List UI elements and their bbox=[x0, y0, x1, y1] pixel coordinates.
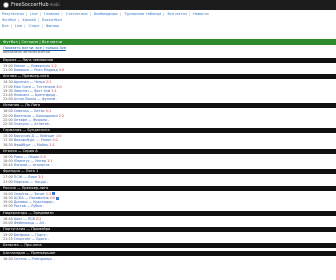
match-teams[interactable]: Ростов — Рубин bbox=[14, 204, 42, 208]
league-header[interactable]: Англия — Премьер-лига bbox=[0, 74, 336, 80]
match-score: - bbox=[49, 122, 52, 126]
match-row[interactable]: 18:30Фрайбург — Майнц1:1 bbox=[3, 143, 55, 147]
nav-link[interactable]: Live bbox=[30, 12, 37, 16]
nav-link[interactable]: Главная bbox=[44, 12, 60, 16]
match-teams[interactable]: Наполи — Аталанта bbox=[14, 163, 50, 167]
league-header[interactable]: Европа — Лига чемпионов bbox=[0, 58, 336, 63]
nav-row-1: Результаты | Live | Главная | Статистика | Бомба… bbox=[0, 12, 336, 17]
match-score: - bbox=[47, 237, 49, 242]
league-header[interactable]: Германия — Бундеслига bbox=[0, 128, 336, 134]
nav-separator: | bbox=[119, 12, 122, 16]
match-row[interactable]: 20:00Фейеноорд — АЗ- bbox=[3, 221, 46, 225]
nav-separator: | bbox=[37, 18, 40, 22]
nav-link[interactable]: Статистика bbox=[66, 12, 88, 16]
match-teams[interactable]: Фейеноорд — АЗ bbox=[14, 221, 44, 225]
league-header[interactable]: Нидерланды — Эредивизи bbox=[0, 210, 336, 216]
league-header[interactable]: Россия — Премьер-лига bbox=[0, 185, 336, 191]
nav-separator: | bbox=[89, 12, 91, 16]
match-teams[interactable]: Селтик — Рейнджерс bbox=[14, 257, 52, 261]
nav-link[interactable]: Турнирная таблица bbox=[124, 12, 161, 16]
league-header[interactable]: Испания — Ла Лига bbox=[0, 103, 336, 109]
app-suffix: mobi bbox=[49, 2, 60, 7]
match-score: - bbox=[56, 97, 58, 102]
top-bar: FreeSoccerHub mobi bbox=[0, 0, 336, 10]
match-teams[interactable]: Астон Вилла — Фулхэм bbox=[14, 97, 56, 101]
nav-separator: | bbox=[188, 12, 190, 16]
match-teams[interactable]: Спортинг — Брага bbox=[14, 237, 47, 241]
match-time: 22:00 bbox=[3, 97, 13, 102]
nav-link[interactable]: Старт bbox=[28, 24, 39, 28]
nav-link[interactable]: Новости bbox=[193, 12, 209, 16]
soccer-ball-icon bbox=[3, 2, 9, 8]
match-row[interactable]: 16:00Селтик — Рейнджерс- bbox=[3, 257, 54, 261]
match-time: 22:30 bbox=[3, 122, 13, 126]
update-note: обновлено автоматически bbox=[3, 50, 51, 54]
match-score: - bbox=[50, 163, 52, 168]
nav-link[interactable]: Хоккей bbox=[22, 18, 36, 22]
match-teams[interactable]: Осасуна — Атлетик bbox=[14, 122, 49, 126]
match-time: 21:00 bbox=[3, 68, 13, 73]
league-header[interactable]: Бельгия — Про-лига bbox=[0, 243, 336, 249]
nav-link[interactable]: Все матчи bbox=[168, 12, 187, 16]
nav-row-2: Футбол | Хоккей | Баскетбол bbox=[0, 18, 336, 23]
nav-link[interactable]: Live bbox=[15, 24, 22, 28]
nav-separator: | bbox=[39, 12, 41, 16]
match-time: 16:00 bbox=[3, 257, 13, 262]
match-score: - bbox=[53, 257, 55, 262]
match-time: 18:30 bbox=[3, 142, 13, 147]
match-time: 19:00 bbox=[3, 204, 13, 209]
league-header[interactable]: Италия — Серия А bbox=[0, 148, 336, 154]
match-teams[interactable]: Фрайбург — Майнц bbox=[14, 143, 49, 147]
match-score: 1:1 bbox=[49, 142, 55, 147]
nav-separator: | bbox=[24, 24, 26, 28]
nav-link[interactable]: Результаты bbox=[2, 12, 24, 16]
match-score: 3:0 bbox=[56, 84, 62, 89]
match-row[interactable]: 21:15Спортинг — Брага- bbox=[3, 237, 49, 241]
match-time: 21:00 bbox=[3, 179, 13, 184]
match-score: - bbox=[44, 220, 47, 225]
match-row[interactable]: 22:30Осасуна — Атлетик- bbox=[3, 122, 51, 126]
match-teams[interactable]: Марсель — Ницца bbox=[14, 180, 46, 184]
live-tv-icon[interactable] bbox=[56, 196, 60, 200]
match-row[interactable]: 21:00Марсель — Ницца- bbox=[3, 180, 48, 184]
league-header[interactable]: Португалия — Примейра bbox=[0, 227, 336, 232]
nav-row-3: Все | Live | Старт | Финиш bbox=[0, 24, 336, 29]
match-time: 20:45 bbox=[3, 163, 13, 168]
nav-separator: | bbox=[26, 12, 28, 16]
nav-link[interactable]: Футбол bbox=[2, 18, 16, 22]
match-score: - bbox=[53, 200, 55, 205]
league-header[interactable]: Франция — Лига 1 bbox=[0, 169, 336, 175]
match-time: 20:00 bbox=[3, 220, 13, 225]
match-row[interactable]: 22:00Астон Вилла — Фулхэм- bbox=[3, 97, 58, 101]
nav-separator: | bbox=[18, 18, 20, 22]
match-score: - bbox=[42, 204, 45, 209]
nav-separator: | bbox=[10, 24, 12, 28]
page-banner: Футбол | Сегодня | Все матчи bbox=[0, 39, 336, 45]
match-score: 0:0 bbox=[58, 68, 65, 73]
match-score: - bbox=[47, 179, 49, 184]
nav-separator: | bbox=[163, 12, 165, 16]
nav-link[interactable]: Бомбардиры bbox=[94, 12, 118, 16]
nav-link[interactable]: Баскетбол bbox=[42, 18, 62, 22]
match-row[interactable]: 21:00Бавария — Реал Мадрид0:0 bbox=[3, 68, 64, 72]
match-score: 2:2 bbox=[58, 113, 65, 118]
match-teams[interactable]: Бавария — Реал Мадрид bbox=[14, 68, 58, 72]
match-row[interactable]: 19:00Ростов — Рубин- bbox=[3, 204, 44, 208]
match-row[interactable]: 20:45Наполи — Аталанта- bbox=[3, 163, 52, 167]
live-tv-icon[interactable] bbox=[52, 192, 56, 196]
league-header[interactable]: Шотландия — Премьершип bbox=[0, 251, 336, 257]
nav-link[interactable]: Финиш bbox=[46, 24, 59, 28]
app-name: FreeSoccerHub bbox=[11, 2, 49, 8]
site-logo[interactable]: FreeSoccerHub mobi bbox=[3, 1, 60, 9]
nav-separator: | bbox=[61, 12, 63, 16]
match-time: 21:15 bbox=[3, 237, 13, 242]
nav-link[interactable]: Все bbox=[2, 24, 9, 28]
nav-separator: | bbox=[41, 24, 43, 28]
